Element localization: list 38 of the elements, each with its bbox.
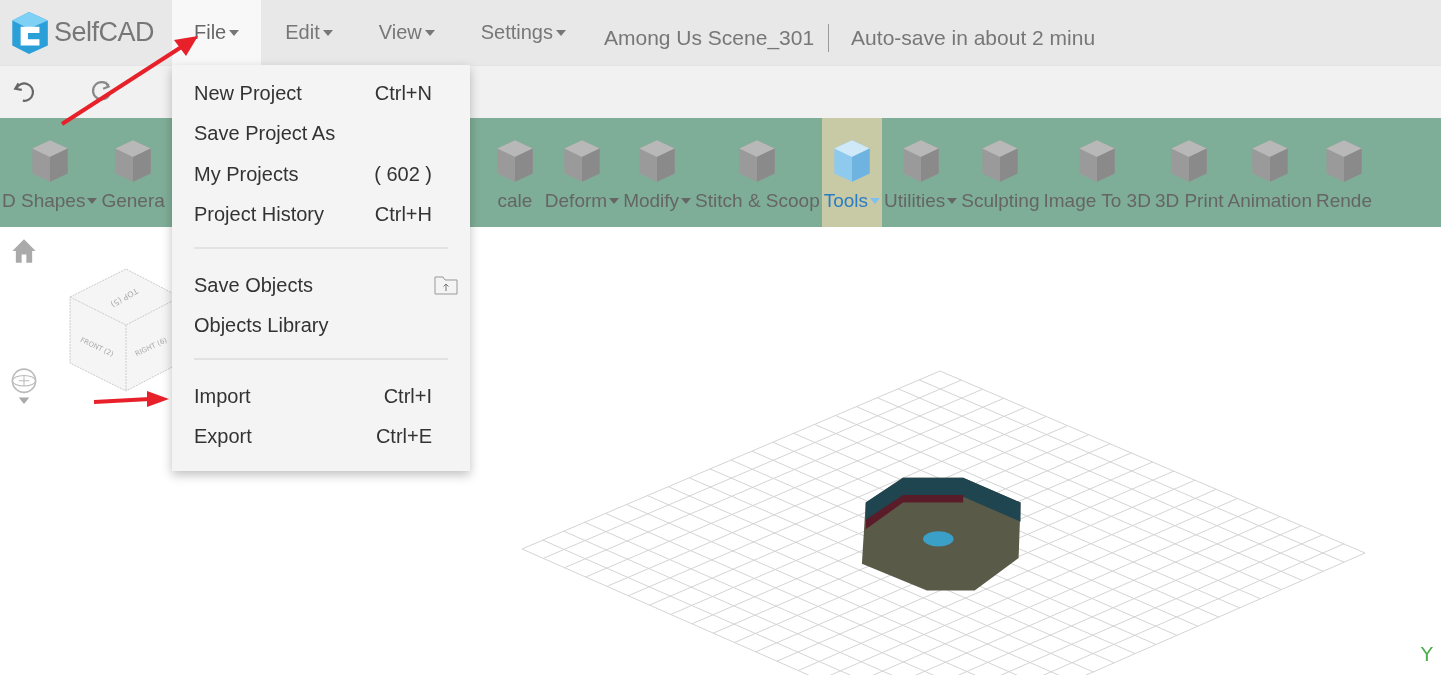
menu-item[interactable]: New Project Ctrl+N bbox=[172, 73, 470, 114]
toolbar-button[interactable]: Sculpting bbox=[959, 118, 1042, 227]
menu-item[interactable]: Export Ctrl+E bbox=[172, 416, 470, 457]
menu-item[interactable]: Import Ctrl+I bbox=[172, 376, 470, 417]
shortcut-label: Ctrl+E bbox=[375, 425, 432, 449]
folder-icon bbox=[434, 275, 458, 296]
shortcut-label: ( 602 ) bbox=[374, 162, 432, 186]
toolbar-button[interactable]: Utilities bbox=[882, 118, 960, 227]
shortcut-label: Ctrl+N bbox=[374, 81, 432, 105]
home-icon[interactable] bbox=[10, 237, 38, 265]
toolbar-button[interactable]: cale bbox=[486, 118, 543, 227]
project-title: Among Us Scene_301 bbox=[602, 25, 816, 50]
toolbar-button[interactable]: Deform bbox=[542, 118, 622, 227]
autosave-status: Auto-save in about 2 minu bbox=[850, 25, 1097, 50]
toolbar-button[interactable]: Tools bbox=[821, 118, 883, 227]
app-name: SelfCAD bbox=[54, 17, 155, 48]
toolbar-button[interactable]: 3D Print bbox=[1152, 118, 1226, 227]
toolbar-button[interactable]: Animation bbox=[1225, 118, 1314, 227]
shortcut-label: Ctrl+H bbox=[374, 203, 432, 227]
toolbar-button[interactable]: Image To 3D bbox=[1041, 118, 1153, 227]
menu-tab[interactable]: Edit bbox=[263, 0, 355, 65]
axis-label: Y bbox=[1420, 642, 1433, 666]
menu-item[interactable]: Save Objects bbox=[172, 265, 470, 306]
shortcut-label: Ctrl+I bbox=[383, 384, 432, 408]
menu-item[interactable]: Objects Library bbox=[172, 305, 470, 346]
menu-item[interactable]: My Projects ( 602 ) bbox=[172, 154, 470, 195]
toolbar-button[interactable]: Genera bbox=[99, 118, 167, 227]
toolbar-button[interactable]: Rende bbox=[1314, 118, 1374, 227]
orbit-icon[interactable] bbox=[10, 367, 38, 405]
toolbar-button[interactable]: Stitch & Scoop bbox=[693, 118, 822, 227]
toolbar-button[interactable]: Modify bbox=[621, 118, 694, 227]
menu-tab[interactable]: Settings bbox=[458, 0, 588, 65]
menu-tab[interactable]: File bbox=[172, 0, 262, 65]
menu-item[interactable]: Project History Ctrl+H bbox=[172, 194, 470, 235]
cube-face-label: TOP (5) bbox=[109, 286, 140, 309]
menu-item[interactable]: Save Project As bbox=[172, 113, 470, 154]
toolbar-button[interactable]: D Shapes bbox=[0, 118, 100, 227]
menu-tab[interactable]: View bbox=[356, 0, 457, 65]
